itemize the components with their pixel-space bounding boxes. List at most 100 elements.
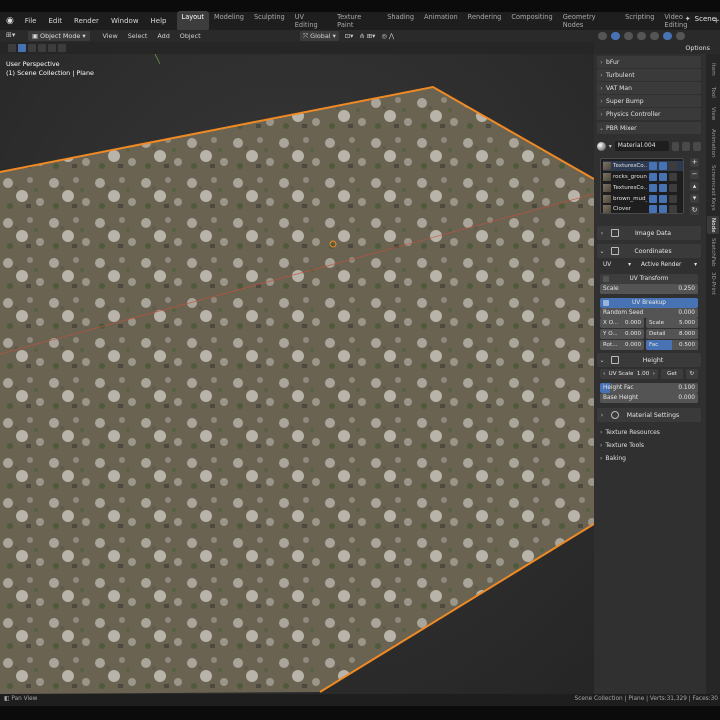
- scale-field[interactable]: Scale 0.250: [600, 284, 698, 294]
- fac-slider[interactable]: Fac 0.500: [646, 340, 698, 350]
- tab-item[interactable]: Item: [707, 58, 719, 80]
- image-icon[interactable]: [649, 205, 657, 213]
- coord-render-dropdown[interactable]: Active Render ▾: [638, 260, 700, 270]
- uv-transform-checkbox[interactable]: [603, 276, 609, 282]
- panel-bfur[interactable]: › bFur: [597, 56, 701, 68]
- tab-node[interactable]: Node: [707, 216, 719, 234]
- menu-select[interactable]: Select: [123, 32, 153, 40]
- rotation-field[interactable]: Rot... 0.000: [600, 340, 644, 350]
- panel-image-data[interactable]: › Image Data: [597, 226, 701, 240]
- duplicate-icon[interactable]: [682, 141, 691, 151]
- rendered-shading-icon[interactable]: [676, 32, 685, 40]
- base-height-field[interactable]: Base Height 0.000: [600, 393, 698, 403]
- editor-type-icon[interactable]: ⊞▾: [6, 31, 24, 41]
- proportional-edit-icon[interactable]: ◎ ⋀: [381, 32, 394, 40]
- material-ball-icon[interactable]: [597, 141, 606, 151]
- xray-icon[interactable]: [624, 32, 633, 40]
- orientation-selector[interactable]: ⤧ Global ▾: [300, 31, 339, 41]
- overlay-icon[interactable]: [611, 32, 620, 40]
- tab-tool[interactable]: Tool: [707, 82, 719, 102]
- pivot-icon[interactable]: ⊡▾: [345, 32, 354, 40]
- visibility-icon[interactable]: [669, 184, 677, 192]
- menu-help[interactable]: Help: [145, 17, 173, 25]
- list-item[interactable]: rocks_groun...: [603, 172, 683, 182]
- shield-icon[interactable]: [671, 141, 680, 151]
- snap-icon[interactable]: ⋔ ⊞▾: [359, 32, 375, 40]
- height-icon[interactable]: [659, 162, 667, 170]
- select-extend-icon[interactable]: [28, 44, 36, 52]
- visibility-icon[interactable]: [669, 195, 677, 203]
- tab-rendering[interactable]: Rendering: [463, 11, 507, 31]
- coord-type-dropdown[interactable]: UV ▾: [600, 260, 634, 270]
- y-offset-field[interactable]: Y O... 0.000: [600, 329, 644, 339]
- remove-icon[interactable]: −: [690, 170, 699, 179]
- visibility-icon[interactable]: [598, 32, 607, 40]
- menu-render[interactable]: Render: [68, 17, 105, 25]
- tab-shading[interactable]: Shading: [382, 11, 419, 31]
- options-dropdown[interactable]: Options: [685, 44, 710, 52]
- panel-turbulent[interactable]: › Turbulent: [597, 69, 701, 81]
- close-icon[interactable]: [693, 141, 701, 151]
- height-icon[interactable]: [659, 195, 667, 203]
- menu-file[interactable]: File: [19, 17, 43, 25]
- tab-screencast-keys[interactable]: Screencast Keys: [707, 162, 719, 214]
- tab-modeling[interactable]: Modeling: [209, 11, 249, 31]
- visibility-icon[interactable]: [669, 173, 677, 181]
- tab-geometry-nodes[interactable]: Geometry Nodes: [558, 11, 620, 31]
- image-icon[interactable]: [649, 195, 657, 203]
- uv-breakup-checkbox[interactable]: [603, 300, 609, 306]
- visibility-icon[interactable]: [669, 162, 677, 170]
- detail-field[interactable]: Detail 8.000: [646, 329, 698, 339]
- select-subtract-icon[interactable]: [38, 44, 46, 52]
- menu-view[interactable]: View: [98, 32, 123, 40]
- list-item[interactable]: Clover: [603, 204, 683, 214]
- select-invert-icon[interactable]: [48, 44, 56, 52]
- uv-transform-header[interactable]: UV Transform: [600, 274, 698, 284]
- panel-material-settings[interactable]: › Material Settings: [597, 408, 701, 422]
- menu-window[interactable]: Window: [105, 17, 145, 25]
- material-name-field[interactable]: Material.004: [614, 141, 669, 151]
- 3d-viewport[interactable]: User Perspective (1) Scene Collection | …: [0, 54, 594, 694]
- image-icon[interactable]: [649, 184, 657, 192]
- tab-layout[interactable]: Layout: [176, 11, 209, 31]
- tab-scripting[interactable]: Scripting: [620, 11, 659, 31]
- list-item[interactable]: brown_mud_...: [603, 194, 683, 204]
- material-shading-icon[interactable]: [663, 32, 672, 40]
- scene-selector[interactable]: ✦ Scene: [685, 15, 716, 23]
- menu-edit[interactable]: Edit: [42, 17, 68, 25]
- tab-view[interactable]: View: [707, 104, 719, 124]
- tab-compositing[interactable]: Compositing: [506, 11, 557, 31]
- panel-super-bump[interactable]: › Super Bump: [597, 95, 701, 107]
- play-icon[interactable]: [8, 44, 16, 52]
- wireframe-shading-icon[interactable]: [637, 32, 646, 40]
- uv-scale-stepper[interactable]: ‹ UV Scale 1.00 ›: [600, 369, 658, 379]
- menu-object[interactable]: Object: [175, 32, 206, 40]
- height-fac-slider[interactable]: Height Fac 0.100: [600, 383, 698, 393]
- menu-add[interactable]: Add: [152, 32, 174, 40]
- random-seed-field[interactable]: Random Seed 0.000: [600, 308, 698, 318]
- subpanel-baking[interactable]: › Baking: [600, 455, 626, 462]
- panel-physics-controller[interactable]: › Physics Controller: [597, 108, 701, 120]
- mode-selector[interactable]: ▣ Object Mode ▾: [28, 31, 90, 41]
- get-button[interactable]: Get: [661, 369, 683, 379]
- move-up-icon[interactable]: ▴: [690, 182, 699, 191]
- solid-shading-icon[interactable]: [650, 32, 659, 40]
- height-icon[interactable]: [659, 205, 667, 213]
- tab-sketchfab[interactable]: SketchFab: [707, 236, 719, 268]
- breakup-scale-field[interactable]: Scale 5.000: [646, 318, 698, 328]
- chevron-right-icon[interactable]: ›: [653, 371, 655, 377]
- list-item[interactable]: TexturesCo...: [603, 161, 683, 171]
- list-item[interactable]: TexturesCo...: [603, 183, 683, 193]
- uv-breakup-header[interactable]: UV Breakup: [600, 298, 698, 308]
- panel-pbr-mixer[interactable]: ⌄ PBR Mixer: [597, 122, 701, 134]
- panel-coordinates[interactable]: ⌄ Coordinates: [597, 244, 701, 258]
- select-intersect-icon[interactable]: [58, 44, 66, 52]
- panel-vat-man[interactable]: › VAT Man: [597, 82, 701, 94]
- height-icon[interactable]: [659, 173, 667, 181]
- tab-animation[interactable]: Animation: [707, 126, 719, 160]
- tab-animation[interactable]: Animation: [419, 11, 463, 31]
- subpanel-texture-tools[interactable]: › Texture Tools: [600, 442, 644, 449]
- move-down-icon[interactable]: ▾: [690, 194, 699, 203]
- x-offset-field[interactable]: X O... 0.000: [600, 318, 644, 328]
- blender-logo-icon[interactable]: ◉: [3, 14, 17, 28]
